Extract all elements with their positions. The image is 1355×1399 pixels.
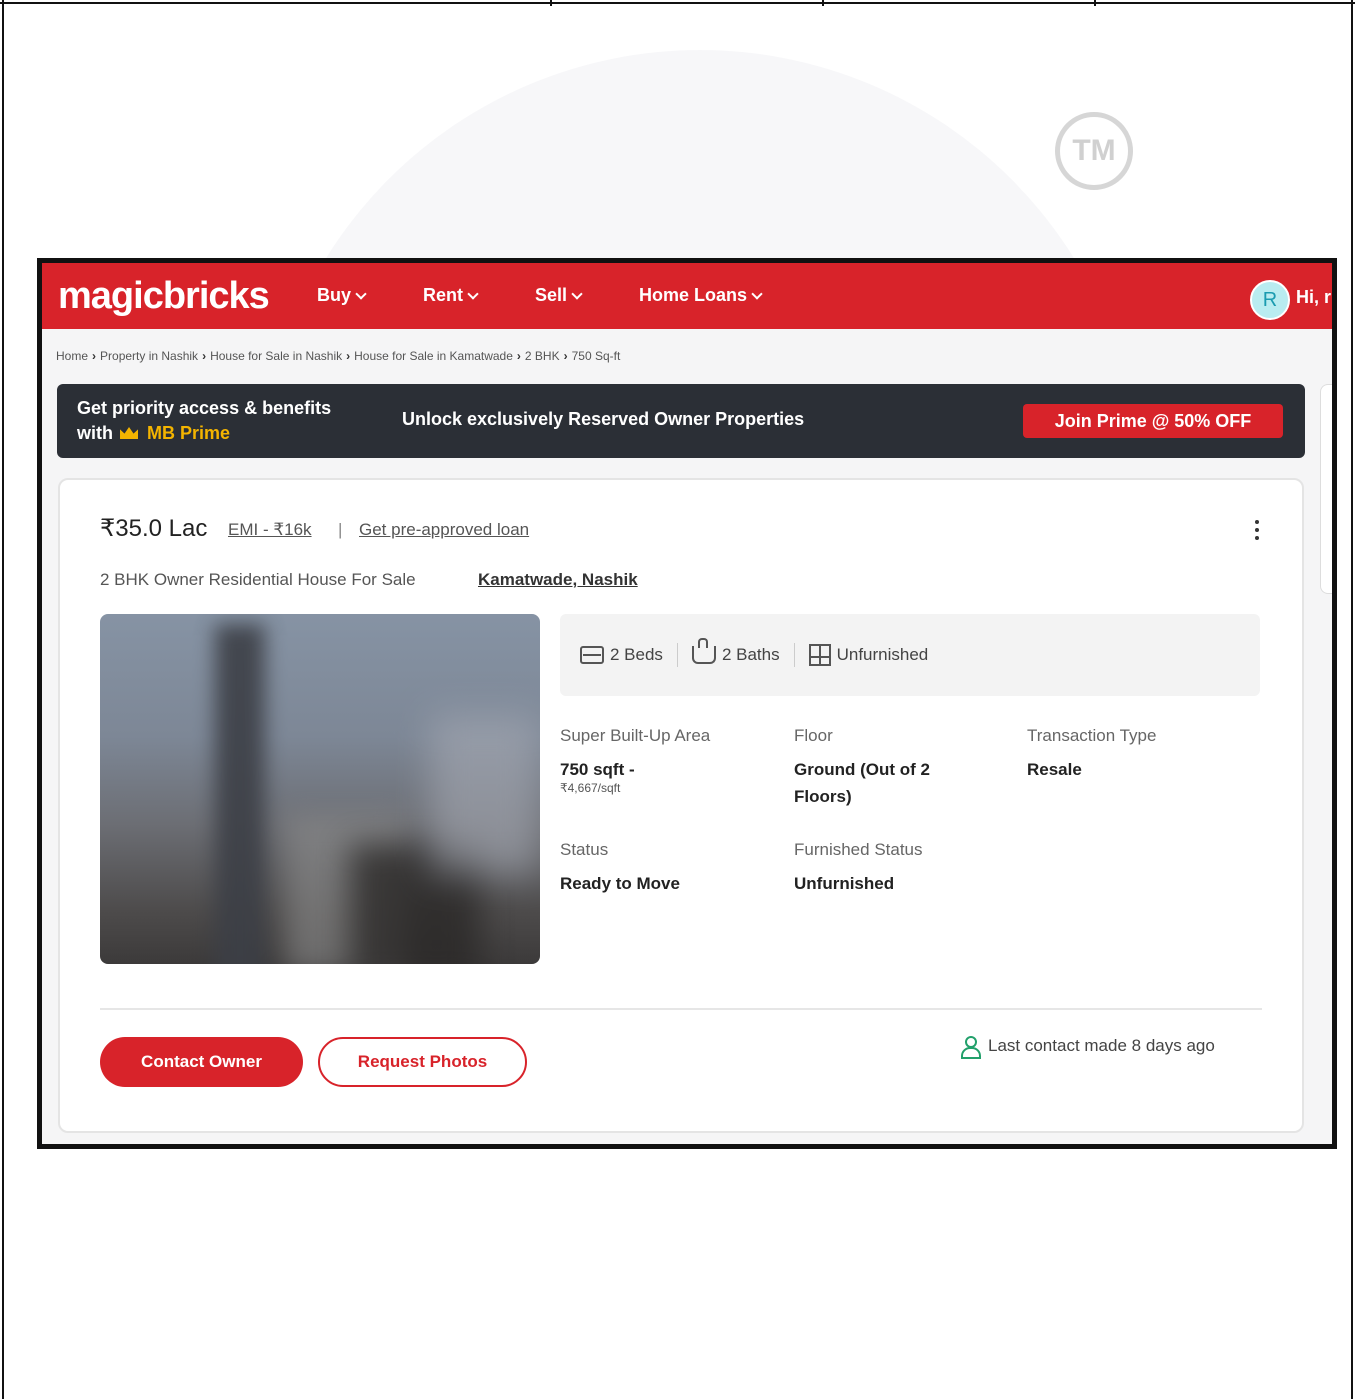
spec-floor: Floor Ground (Out of 2 Floors) [794, 726, 930, 810]
chevron-down-icon [355, 287, 367, 300]
property-photo[interactable] [100, 614, 540, 964]
last-contact-text: Last contact made 8 days ago [988, 1036, 1215, 1055]
transaction-value: Resale [1027, 760, 1082, 779]
breadcrumb-property-nashik[interactable]: Property in Nashik [100, 349, 198, 363]
nav-rent-label: Rent [423, 285, 464, 305]
prime-banner-text: Get priority access & benefits with MB P… [77, 396, 331, 446]
status-label: Status [560, 840, 609, 859]
furnishing-label: Unfurnished [836, 645, 929, 664]
amenities-bar: 2 Beds 2 Baths Unfurnished [560, 614, 1260, 696]
status-value: Ready to Move [560, 874, 680, 893]
user-icon [960, 1035, 981, 1059]
prime-headline: Unlock exclusively Reserved Owner Proper… [402, 409, 805, 429]
chevron-down-icon [751, 287, 763, 300]
nav-sell-label: Sell [535, 285, 568, 305]
wardrobe-icon [808, 644, 831, 666]
breadcrumb-home[interactable]: Home [56, 349, 88, 363]
breadcrumb-separator-icon: › [92, 349, 97, 363]
breadcrumb-current: 750 Sq-ft [571, 349, 621, 363]
nav-buy[interactable]: Buy [317, 285, 367, 306]
floor-label: Floor [794, 726, 833, 745]
beds-label: 2 Beds [610, 645, 663, 664]
price-separator: | [338, 520, 343, 539]
listing-screenshot: magicbricks Buy Rent Sell Home Loans R H… [37, 258, 1337, 1149]
contact-owner-button[interactable]: Contact Owner [100, 1037, 303, 1087]
more-options-icon[interactable] [1254, 520, 1260, 540]
spec-furnished: Furnished Status Unfurnished [794, 840, 923, 897]
area-rate: ₹4,667/sqft [560, 781, 621, 795]
nav-sell[interactable]: Sell [535, 285, 583, 306]
breadcrumb-separator-icon: › [516, 349, 521, 363]
nav-rent[interactable]: Rent [423, 285, 479, 306]
transaction-label: Transaction Type [1027, 726, 1157, 745]
breadcrumb-separator-icon: › [563, 349, 568, 363]
locality-link[interactable]: Kamatwade, Nashik [478, 570, 638, 590]
furnishing-info: Unfurnished [808, 644, 929, 666]
area-label: Super Built-Up Area [560, 726, 711, 745]
prime-line-2-prefix: with [77, 423, 113, 443]
request-photos-button[interactable]: Request Photos [318, 1037, 527, 1087]
prime-brand: MB Prime [147, 423, 231, 443]
floor-value-line-1: Ground (Out of 2 [794, 760, 930, 779]
baths-label: 2 Baths [721, 645, 780, 664]
user-greeting[interactable]: Hi, r [1296, 287, 1331, 308]
bed-icon [580, 646, 604, 664]
site-header: magicbricks Buy Rent Sell Home Loans R H… [42, 263, 1332, 329]
user-avatar[interactable]: R [1250, 280, 1290, 320]
side-panel-edge[interactable] [1320, 384, 1332, 594]
property-subtitle: 2 BHK Owner Residential House For Sale [100, 570, 416, 589]
join-prime-button[interactable]: Join Prime @ 50% OFF [1023, 404, 1283, 438]
chevron-down-icon [467, 287, 479, 300]
pre-approved-loan-link[interactable]: Get pre-approved loan [359, 520, 529, 540]
emi-link[interactable]: EMI - ₹16k [228, 520, 312, 540]
breadcrumb-separator-icon: › [346, 349, 351, 363]
floor-value-line-2: Floors) [794, 787, 852, 806]
furnished-label: Furnished Status [794, 840, 923, 859]
property-price: ₹35.0 Lac [100, 515, 208, 542]
furnished-value: Unfurnished [794, 874, 895, 893]
baths-info: 2 Baths [691, 638, 780, 665]
document-table-border [0, 0, 1355, 6]
breadcrumb-house-sale-nashik[interactable]: House for Sale in Nashik [210, 349, 342, 363]
magicbricks-logo[interactable]: magicbricks [58, 275, 270, 318]
last-contact-info: Last contact made 8 days ago [960, 1035, 1215, 1059]
card-divider [100, 1008, 1262, 1010]
breadcrumb-2bhk[interactable]: 2 BHK [525, 349, 560, 363]
spec-area: Super Built-Up Area 750 sqft - ₹4,667/sq… [560, 726, 710, 795]
property-card: ₹35.0 Lac EMI - ₹16k | Get pre-approved … [58, 478, 1304, 1133]
prime-line-1: Get priority access & benefits [77, 398, 332, 418]
breadcrumb-house-sale-kamatwade[interactable]: House for Sale in Kamatwade [354, 349, 513, 363]
bathtub-icon [691, 638, 716, 664]
beds-info: 2 Beds [580, 645, 663, 665]
crown-icon [120, 427, 139, 439]
divider [793, 643, 795, 667]
spec-status: Status Ready to Move [560, 840, 680, 897]
breadcrumb-separator-icon: › [202, 349, 207, 363]
nav-home-loans[interactable]: Home Loans [639, 285, 763, 306]
prime-banner: Get priority access & benefits with MB P… [57, 384, 1305, 458]
breadcrumb: Home › Property in Nashik › House for Sa… [56, 349, 620, 363]
divider [676, 643, 678, 667]
area-value: 750 sqft - [560, 760, 635, 779]
chevron-down-icon [571, 287, 583, 300]
nav-buy-label: Buy [317, 285, 352, 305]
nav-home-loans-label: Home Loans [639, 285, 748, 305]
spec-transaction: Transaction Type Resale [1027, 726, 1156, 783]
trademark-symbol: TM [1055, 112, 1133, 190]
main-nav: Buy Rent Sell Home Loans [317, 285, 819, 306]
